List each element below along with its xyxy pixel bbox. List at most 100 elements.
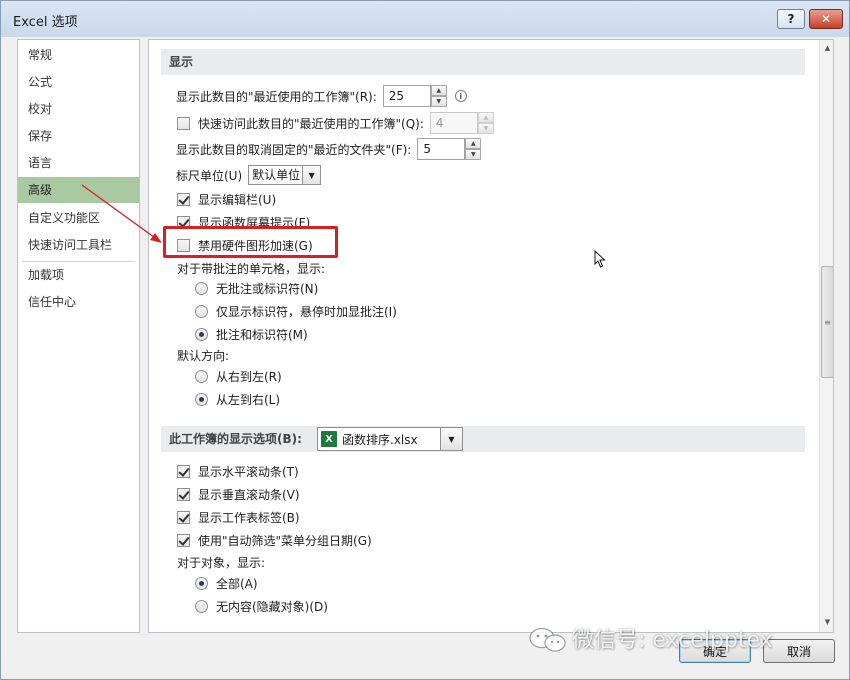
ruler-units-dropdown[interactable]: 默认单位 ▼ <box>248 165 322 185</box>
recent-workbooks-row: 显示此数目的"最近使用的工作簿"(R): 25 ▲ ▼ i <box>176 85 467 107</box>
help-button[interactable]: ? <box>777 9 805 29</box>
objects-none-label[interactable]: 无内容(隐藏对象)(D) <box>216 598 328 615</box>
workbook-section-label: 此工作簿的显示选项(B): <box>169 432 302 446</box>
objects-option-all: 全部(A) <box>195 573 258 593</box>
group-dates-row: 使用"自动筛选"菜单分组日期(G) <box>177 530 372 550</box>
show-formula-bar-checkbox[interactable] <box>177 192 190 206</box>
wechat-logo-icon <box>529 627 566 652</box>
spin-up-icon[interactable]: ▲ <box>465 138 482 149</box>
options-content: 显示 显示此数目的"最近使用的工作簿"(R): 25 ▲ ▼ i 快速访问此数目的… <box>148 39 834 633</box>
close-button[interactable]: ✕ <box>809 9 843 29</box>
direction-rtl-radio[interactable] <box>195 369 208 383</box>
nav-item-advanced[interactable]: 高级 <box>18 177 139 203</box>
comments-caption: 对于带批注的单元格，显示: <box>177 261 326 276</box>
objects-none-radio[interactable] <box>195 599 208 613</box>
dialog-title: Excel 选项 <box>13 15 78 30</box>
workbook-dropdown-value[interactable]: X 函数排序.xlsx <box>317 427 441 451</box>
spin-down-icon: ▼ <box>477 123 494 134</box>
direction-option-ltr: 从左到右(L) <box>195 389 280 409</box>
spin-down-icon[interactable]: ▼ <box>430 96 447 107</box>
objects-option-none: 无内容(隐藏对象)(D) <box>195 596 328 616</box>
title-bar[interactable]: Excel 选项 ? ✕ <box>1 1 849 37</box>
group-dates-label[interactable]: 使用"自动筛选"菜单分组日期(G) <box>198 532 372 549</box>
quick-access-recent-checkbox[interactable] <box>177 116 190 130</box>
cancel-button[interactable]: 取消 <box>763 639 835 663</box>
highlight-box <box>163 226 338 258</box>
mouse-cursor-icon <box>594 250 606 268</box>
unpinned-folders-row: 显示此数目的取消固定的"最近的文件夹"(F): 5 ▲ ▼ <box>176 138 482 160</box>
ruler-units-label: 标尺单位(U) <box>176 168 243 183</box>
show-formula-bar-row: 显示编辑栏(U) <box>177 189 276 209</box>
recent-workbooks-value[interactable]: 25 <box>382 85 431 107</box>
ruler-units-value[interactable]: 默认单位 <box>248 165 304 185</box>
comments-option-indicator: 仅显示标识符，悬停时加显批注(I) <box>195 301 397 321</box>
show-formula-bar-label[interactable]: 显示编辑栏(U) <box>198 191 276 208</box>
nav-item-proofing[interactable]: 校对 <box>18 96 139 122</box>
nav-item-formulas[interactable]: 公式 <box>18 69 139 95</box>
nav-item-general[interactable]: 常规 <box>18 42 139 68</box>
direction-ltr-label[interactable]: 从左到右(L) <box>216 391 280 408</box>
show-h-scroll-row: 显示水平滚动条(T) <box>177 461 299 481</box>
unpinned-folders-value[interactable]: 5 <box>417 138 466 160</box>
objects-all-label[interactable]: 全部(A) <box>216 575 258 592</box>
watermark-text: 微信号: excelpptex <box>572 628 773 653</box>
nav-item-customize-ribbon[interactable]: 自定义功能区 <box>18 205 139 231</box>
excel-file-icon: X <box>321 431 337 447</box>
spin-up-icon: ▲ <box>477 112 494 123</box>
show-v-scroll-checkbox[interactable] <box>177 487 190 501</box>
comments-both-label[interactable]: 批注和标识符(M) <box>216 326 308 343</box>
comments-indicator-label[interactable]: 仅显示标识符，悬停时加显批注(I) <box>216 303 397 320</box>
recent-workbooks-label: 显示此数目的"最近使用的工作簿"(R): <box>176 89 377 104</box>
show-h-scroll-checkbox[interactable] <box>177 464 190 478</box>
scroll-down-icon[interactable]: ▼ <box>820 614 833 630</box>
ruler-units-row: 标尺单位(U) 默认单位 ▼ <box>176 165 322 185</box>
spin-up-icon[interactable]: ▲ <box>430 85 447 96</box>
content-scrollbar[interactable]: ▲ ≡ ▼ <box>819 40 833 632</box>
recent-workbooks-spinner[interactable]: 25 ▲ ▼ <box>382 85 447 107</box>
show-h-scroll-label[interactable]: 显示水平滚动条(T) <box>198 463 299 480</box>
options-nav: 常规 公式 校对 保存 语言 高级 自定义功能区 快速访问工具栏 加载项 信任中… <box>17 39 140 633</box>
chevron-down-icon[interactable]: ▼ <box>441 427 463 451</box>
comments-caption-row: 对于带批注的单元格，显示: <box>177 258 325 278</box>
show-v-scroll-row: 显示垂直滚动条(V) <box>177 484 300 504</box>
quick-access-recent-label: 快速访问此数目的"最近使用的工作簿"(Q): <box>198 116 424 131</box>
comments-none-label[interactable]: 无批注或标识符(N) <box>216 280 318 297</box>
comments-both-radio[interactable] <box>195 327 208 341</box>
quick-access-recent-row: 快速访问此数目的"最近使用的工作簿"(Q): 4 ▲ ▼ <box>177 112 494 134</box>
direction-rtl-label[interactable]: 从右到左(R) <box>216 368 282 385</box>
direction-option-rtl: 从右到左(R) <box>195 366 282 386</box>
objects-all-radio[interactable] <box>195 576 208 590</box>
comments-indicator-radio[interactable] <box>195 304 208 318</box>
workbook-dropdown[interactable]: X 函数排序.xlsx ▼ <box>317 427 463 451</box>
direction-caption-row: 默认方向: <box>177 345 229 365</box>
group-dates-checkbox[interactable] <box>177 533 190 547</box>
comments-none-radio[interactable] <box>195 281 208 295</box>
quick-access-recent-value: 4 <box>429 112 478 134</box>
scroll-up-icon[interactable]: ▲ <box>820 40 833 56</box>
chevron-down-icon[interactable]: ▼ <box>303 165 322 185</box>
nav-item-add-ins[interactable]: 加载项 <box>18 262 139 288</box>
show-sheet-tabs-checkbox[interactable] <box>177 510 190 524</box>
spin-down-icon[interactable]: ▼ <box>465 149 482 160</box>
nav-item-language[interactable]: 语言 <box>18 150 139 176</box>
show-v-scroll-label[interactable]: 显示垂直滚动条(V) <box>198 486 300 503</box>
direction-ltr-radio[interactable] <box>195 392 208 406</box>
section-header-workbook: 此工作簿的显示选项(B): <box>161 426 805 452</box>
workbook-name: 函数排序.xlsx <box>342 432 418 447</box>
scroll-thumb[interactable]: ≡ <box>821 266 833 378</box>
show-sheet-tabs-row: 显示工作表标签(B) <box>177 507 300 527</box>
objects-caption-row: 对于对象，显示: <box>177 552 265 572</box>
nav-item-trust-center[interactable]: 信任中心 <box>18 289 139 315</box>
excel-options-dialog: Excel 选项 ? ✕ 常规 公式 校对 保存 语言 高级 自定义功能区 快速… <box>0 0 850 680</box>
objects-caption: 对于对象，显示: <box>177 555 266 570</box>
info-icon: i <box>454 90 467 102</box>
comments-option-both: 批注和标识符(M) <box>195 324 308 344</box>
nav-item-save[interactable]: 保存 <box>18 123 139 149</box>
comments-option-none: 无批注或标识符(N) <box>195 278 318 298</box>
unpinned-folders-label: 显示此数目的取消固定的"最近的文件夹"(F): <box>176 142 412 157</box>
unpinned-folders-spinner[interactable]: 5 ▲ ▼ <box>417 138 482 160</box>
nav-item-quick-access-toolbar[interactable]: 快速访问工具栏 <box>18 232 139 258</box>
quick-access-recent-spinner: 4 ▲ ▼ <box>429 112 494 134</box>
show-sheet-tabs-label[interactable]: 显示工作表标签(B) <box>198 509 300 526</box>
section-header-display: 显示 <box>161 49 805 75</box>
